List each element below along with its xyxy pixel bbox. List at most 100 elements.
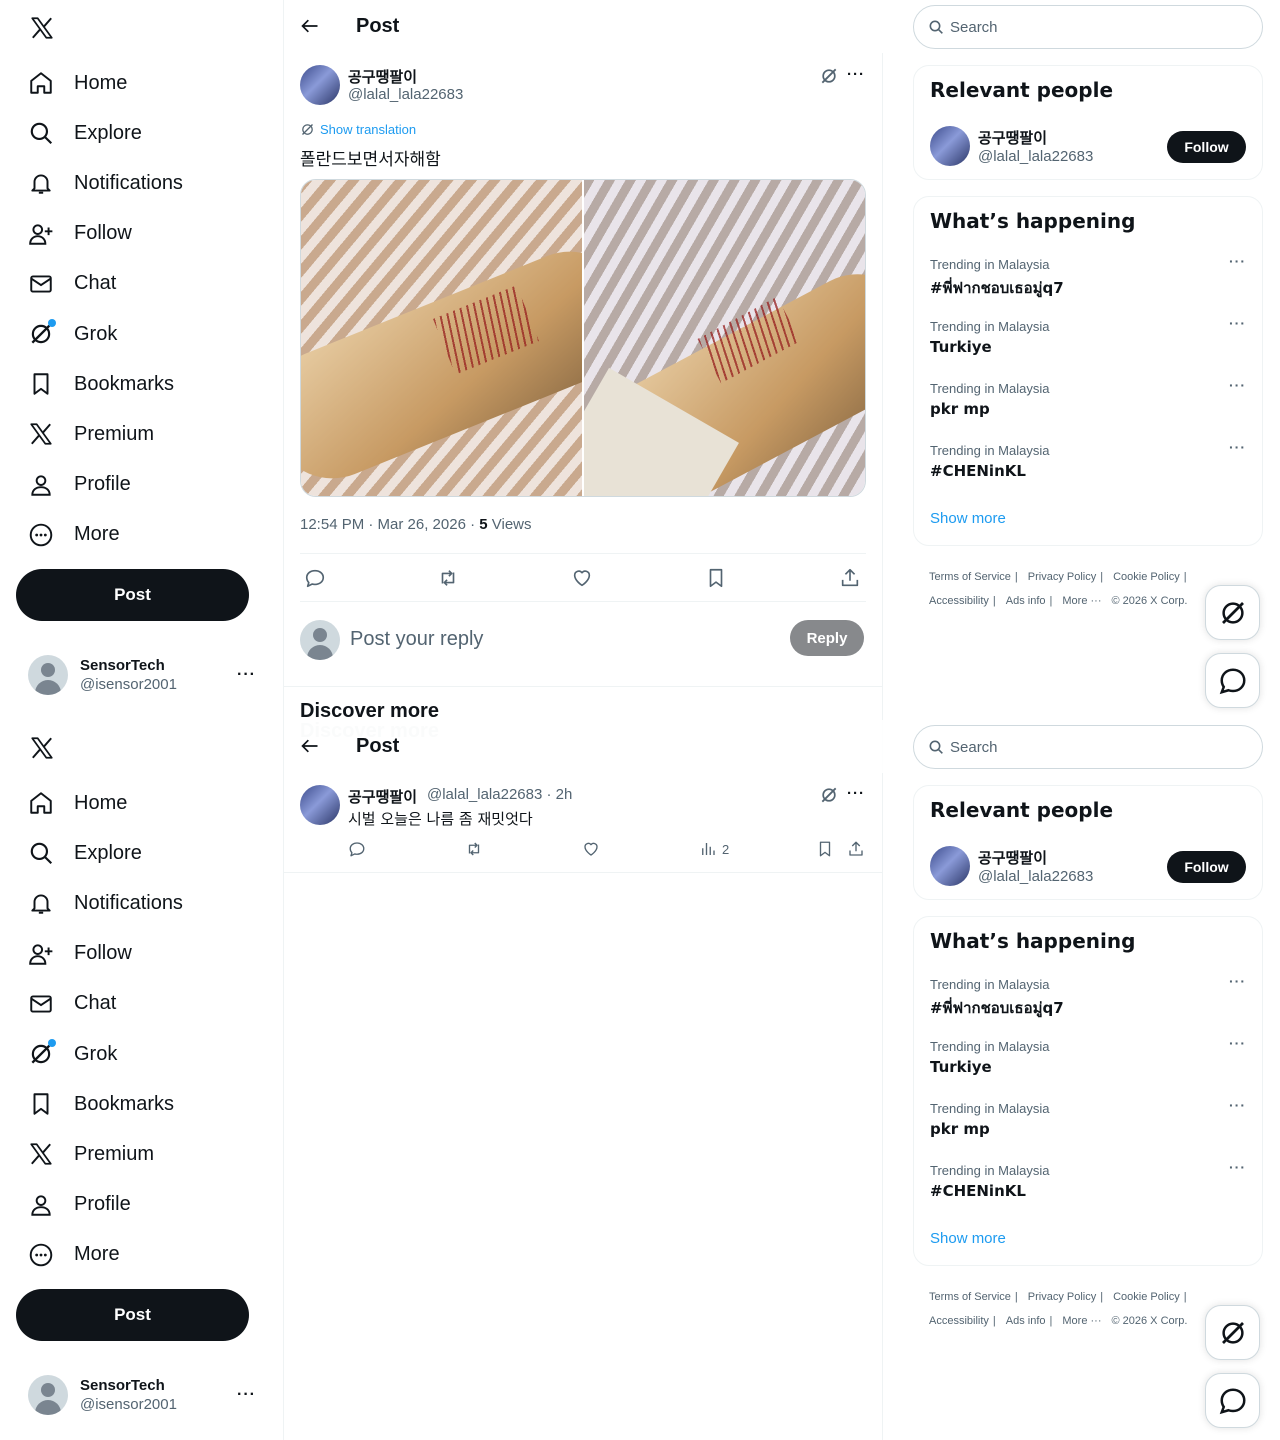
cookie-link[interactable]: Cookie Policy	[1113, 1291, 1180, 1303]
search-box[interactable]	[913, 725, 1263, 769]
search-input[interactable]	[950, 738, 1230, 756]
terms-link[interactable]: Terms of Service	[929, 1291, 1011, 1303]
avatar[interactable]	[930, 846, 970, 886]
nav-premium[interactable]: Premium	[16, 1129, 183, 1179]
trend-item[interactable]: Trending in Malaysia pkr mp ···	[914, 377, 1262, 443]
follow-button[interactable]: Follow	[1167, 851, 1246, 883]
nav-profile[interactable]: Profile	[16, 460, 183, 510]
post-photo[interactable]	[584, 180, 865, 496]
more-icon[interactable]: ···	[237, 666, 256, 684]
search-input[interactable]	[950, 18, 1230, 36]
nav-notifications[interactable]: Notifications	[16, 878, 183, 928]
avatar[interactable]	[300, 65, 340, 105]
tweet-reply[interactable]	[348, 839, 366, 859]
nav-bookmarks[interactable]: Bookmarks	[16, 359, 183, 409]
back-arrow-icon[interactable]	[300, 16, 320, 36]
reply-icon[interactable]	[304, 567, 326, 589]
timestamp-text[interactable]: 12:54 PM · Mar 26, 2026 ·	[300, 516, 479, 533]
nav-follow[interactable]: Follow	[16, 929, 183, 979]
author-handle[interactable]: @lalal_lala22683	[348, 86, 463, 103]
tweet-bookmark[interactable]	[816, 839, 834, 859]
more-icon[interactable]: ···	[1229, 439, 1246, 455]
show-more-link[interactable]: Show more	[930, 1230, 1006, 1247]
trend-item[interactable]: Trending in Malaysia Turkiye ···	[914, 315, 1262, 381]
reply-button[interactable]: Reply	[790, 620, 864, 656]
tweet-author-name[interactable]: 공구땡팔이	[348, 786, 417, 807]
more-icon[interactable]: ···	[847, 66, 865, 83]
post-button[interactable]: Post	[16, 1289, 249, 1341]
trend-item[interactable]: Trending in Malaysia #พี่ฟากชอบเธอมู่q7 ··…	[914, 973, 1262, 1039]
nav-more[interactable]: More	[16, 510, 183, 560]
privacy-link[interactable]: Privacy Policy	[1028, 571, 1096, 583]
avatar[interactable]	[930, 126, 970, 166]
nav-chat[interactable]: Chat	[16, 259, 183, 309]
tweet-like[interactable]	[582, 839, 600, 859]
account-switcher[interactable]: SensorTech @isensor2001 ···	[16, 645, 268, 705]
nav-home[interactable]: Home	[16, 58, 183, 108]
grok-icon[interactable]	[819, 66, 839, 86]
nav-home[interactable]: Home	[16, 778, 183, 828]
accessibility-link[interactable]: Accessibility	[929, 1315, 989, 1327]
terms-link[interactable]: Terms of Service	[929, 571, 1011, 583]
nav-explore[interactable]: Explore	[16, 108, 183, 158]
more-icon[interactable]: ···	[1229, 315, 1246, 331]
reply-input[interactable]	[350, 626, 770, 652]
follow-button[interactable]: Follow	[1167, 131, 1246, 163]
trend-item[interactable]: Trending in Malaysia pkr mp ···	[914, 1097, 1262, 1163]
post-button[interactable]: Post	[16, 569, 249, 621]
search-box[interactable]	[913, 5, 1263, 49]
grok-floating-button[interactable]	[1205, 585, 1260, 640]
person-name[interactable]: 공구땡팔이	[978, 127, 1047, 148]
more-icon[interactable]: ···	[1229, 1159, 1246, 1175]
more-icon[interactable]: ···	[1229, 253, 1246, 269]
show-more-link[interactable]: Show more	[930, 510, 1006, 527]
trend-item[interactable]: Trending in Malaysia #พี่ฟากชอบเธอมู่q7 ··…	[914, 253, 1262, 319]
cookie-link[interactable]: Cookie Policy	[1113, 571, 1180, 583]
tweet-share[interactable]	[847, 839, 865, 859]
trend-item[interactable]: Trending in Malaysia Turkiye ···	[914, 1035, 1262, 1101]
grok-floating-button[interactable]	[1205, 1305, 1260, 1360]
nav-notifications[interactable]: Notifications	[16, 158, 183, 208]
more-icon[interactable]: ···	[1229, 1097, 1246, 1113]
person-name[interactable]: 공구땡팔이	[978, 847, 1047, 868]
nav-follow[interactable]: Follow	[16, 209, 183, 259]
like-icon[interactable]	[571, 567, 593, 589]
more-icon[interactable]: ···	[1229, 973, 1246, 989]
back-arrow-icon[interactable]	[300, 736, 320, 756]
nav-grok[interactable]: Grok	[16, 1029, 183, 1079]
nav-more[interactable]: More	[16, 1230, 183, 1280]
ads-info-link[interactable]: Ads info	[1006, 595, 1046, 607]
nav-premium[interactable]: Premium	[16, 409, 183, 459]
more-icon[interactable]: ···	[237, 1386, 256, 1404]
nav-bookmarks[interactable]: Bookmarks	[16, 1079, 183, 1129]
more-link[interactable]: More ···	[1062, 595, 1101, 607]
privacy-link[interactable]: Privacy Policy	[1028, 1291, 1096, 1303]
nav-explore[interactable]: Explore	[16, 828, 183, 878]
share-icon[interactable]	[839, 567, 861, 589]
more-icon[interactable]: ···	[847, 785, 865, 802]
tweet-repost[interactable]	[465, 839, 483, 859]
ads-info-link[interactable]: Ads info	[1006, 1315, 1046, 1327]
tweet-item[interactable]: 공구땡팔이 @lalal_lala22683 · 2h ··· 시벌 오늘은 나…	[284, 773, 883, 873]
more-icon[interactable]: ···	[1229, 1035, 1246, 1051]
trend-item[interactable]: Trending in Malaysia #CHENinKL ···	[914, 1159, 1262, 1225]
account-switcher[interactable]: SensorTech @isensor2001 ···	[16, 1365, 268, 1425]
chat-floating-button[interactable]	[1205, 653, 1260, 708]
nav-profile[interactable]: Profile	[16, 1180, 183, 1230]
tweet-views[interactable]: 2	[699, 839, 729, 859]
x-logo-icon[interactable]	[29, 15, 55, 41]
more-icon[interactable]: ···	[1229, 377, 1246, 393]
accessibility-link[interactable]: Accessibility	[929, 595, 989, 607]
avatar[interactable]	[300, 785, 340, 825]
nav-chat[interactable]: Chat	[16, 979, 183, 1029]
x-logo-icon[interactable]	[29, 735, 55, 761]
trend-item[interactable]: Trending in Malaysia #CHENinKL ···	[914, 439, 1262, 505]
more-link[interactable]: More ···	[1062, 1315, 1101, 1327]
author-name[interactable]: 공구땡팔이	[348, 66, 417, 87]
chat-floating-button[interactable]	[1205, 1373, 1260, 1428]
grok-icon[interactable]	[819, 785, 839, 805]
post-photo[interactable]	[301, 180, 582, 496]
nav-grok[interactable]: Grok	[16, 309, 183, 359]
bookmark-icon[interactable]	[705, 567, 727, 589]
repost-icon[interactable]	[437, 567, 459, 589]
